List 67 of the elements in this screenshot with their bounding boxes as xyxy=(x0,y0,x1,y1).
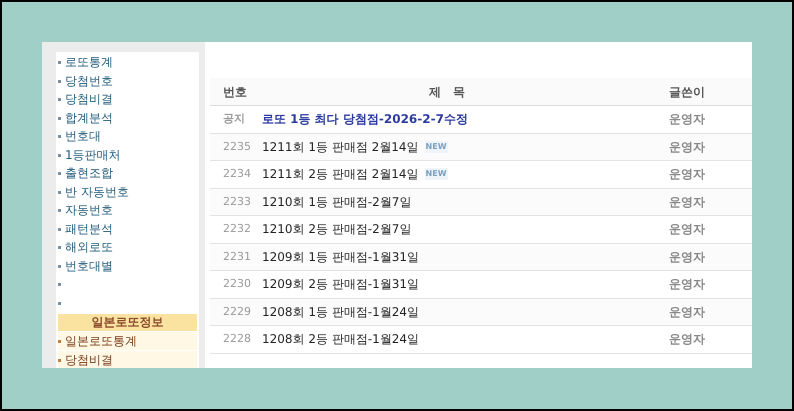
row-number: 2233 xyxy=(222,194,252,210)
bullet-icon xyxy=(58,209,61,212)
post-title[interactable]: 1208회 2등 판매점-1월24일 xyxy=(262,330,420,348)
new-badge: NEW xyxy=(424,140,448,153)
bullet-icon xyxy=(58,283,61,286)
author-cell-text: 운영자 xyxy=(668,194,706,211)
menu-link[interactable]: 출현조합 xyxy=(65,164,113,182)
new-badge: NEW xyxy=(424,168,448,180)
post-title[interactable]: 1210회 2등 판매점-2월7일 xyxy=(262,220,412,238)
post-title[interactable]: 로또 1등 최다 당첨점-2026-2-7수정 xyxy=(262,110,468,128)
author-cell-text: 운영자 xyxy=(668,304,706,321)
menu-link[interactable]: 1등판매처 xyxy=(65,146,121,164)
bullet-icon xyxy=(58,228,61,230)
bullet-icon xyxy=(58,264,61,268)
table-row[interactable]: 2231 1209회 1등 판매점-1월31일 운영자 xyxy=(210,244,752,271)
table-row[interactable]: 2229 1208회 1등 판매점-1월24일 운영자 xyxy=(210,298,752,326)
post-title[interactable]: 1208회 1등 판매점-1월24일 xyxy=(262,302,420,321)
table-row[interactable]: 2233 1210회 1등 판매점-2월7일 운영자 xyxy=(210,188,752,216)
menu-link[interactable]: 합계분석 xyxy=(65,108,113,126)
row-number: 2235 xyxy=(222,138,252,154)
row-number: 2230 xyxy=(222,276,252,292)
post-title[interactable]: 1209회 1등 판매점-1월31일 xyxy=(262,248,420,266)
bullet-icon xyxy=(58,135,61,138)
row-number: 2234 xyxy=(222,166,252,182)
menu-link[interactable]: 로또통계 xyxy=(65,53,113,71)
row-number: 공지 xyxy=(222,111,246,127)
bullet-icon xyxy=(58,172,61,175)
row-number: 2228 xyxy=(222,331,252,347)
column-header: 제 목 xyxy=(428,84,466,100)
menu-link[interactable]: 해외로또 xyxy=(65,238,113,256)
column-header: 글쓴이 xyxy=(668,84,706,100)
menu-link[interactable]: 번호대 xyxy=(65,127,101,145)
author-cell-text: 운영자 xyxy=(668,221,706,238)
row-number: 2232 xyxy=(222,221,252,237)
author-cell-text: 운영자 xyxy=(668,276,706,294)
author-cell-text: 운영자 xyxy=(668,111,706,128)
menu-link[interactable]: 패턴분석 xyxy=(65,220,113,238)
author-cell-text: 운영자 xyxy=(668,331,706,348)
post-title[interactable]: 1209회 2등 판매점-1월31일 xyxy=(262,275,420,294)
author-cell-text: 운영자 xyxy=(668,138,706,156)
menu-link[interactable]: 번호대별 xyxy=(65,256,113,274)
row-number: 2231 xyxy=(222,248,252,264)
bullet-icon xyxy=(58,154,61,156)
bullet-icon xyxy=(58,190,61,194)
post-title[interactable]: 1211회 2등 판매점 2월14일 xyxy=(262,165,419,184)
row-number: 2229 xyxy=(222,304,252,320)
menu-link[interactable]: 당첨번호 xyxy=(65,72,113,90)
bullet-icon xyxy=(58,80,61,82)
bullet-icon xyxy=(58,359,61,362)
menu-link[interactable]: 반 자동번호 xyxy=(65,182,129,200)
post-title[interactable]: 1210회 1등 판매점-2월7일 xyxy=(262,192,412,211)
bullet-icon xyxy=(58,98,61,101)
bullet-icon xyxy=(58,302,61,304)
column-header: 번호 xyxy=(222,84,248,100)
bullet-icon xyxy=(58,61,61,64)
author-cell-text: 운영자 xyxy=(668,248,706,266)
section-header: 일본로또정보 xyxy=(58,314,197,331)
section-menu-item[interactable]: 일본로또통계 xyxy=(58,332,197,350)
menu-link[interactable]: 당첨비결 xyxy=(65,90,113,108)
bullet-icon xyxy=(58,116,61,120)
bullet-icon xyxy=(58,246,61,249)
table-row[interactable]: 2235 1211회 1등 판매점 2월14일 NEW 운영자 xyxy=(210,134,752,161)
bullet-icon xyxy=(58,340,61,343)
post-title[interactable]: 1211회 1등 판매점 2월14일 xyxy=(262,138,419,156)
menu-link[interactable]: 자동번호 xyxy=(65,201,113,219)
section-menu-item[interactable]: 당첨비결 xyxy=(58,351,197,368)
author-cell-text: 운영자 xyxy=(668,166,706,184)
